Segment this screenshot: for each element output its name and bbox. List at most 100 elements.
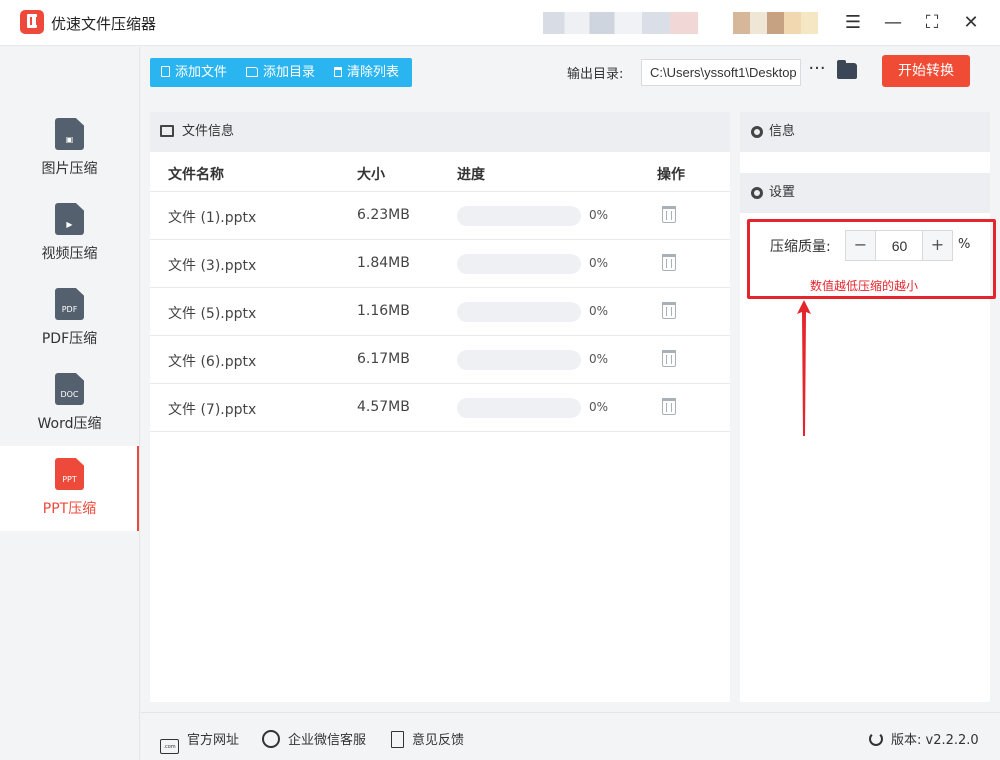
sidebar-item-word[interactable]: DOC Word压缩 (0, 361, 139, 446)
column-size: 大小 (357, 167, 385, 183)
delete-trash-icon[interactable] (662, 254, 676, 271)
settings-title: 设置 (769, 185, 796, 200)
annotation-arrow-icon (797, 300, 811, 436)
progress-text: 0% (589, 208, 609, 222)
progress-text: 0% (589, 256, 609, 270)
table-row: 文件 (1).pptx 6.23MB 0% (150, 191, 730, 239)
pdf-file-icon: PDF (55, 288, 84, 320)
app-logo-icon (20, 10, 44, 34)
video-file-icon: ▶ (55, 203, 84, 235)
sidebar-item-pdf[interactable]: PDF PDF压缩 (0, 276, 139, 361)
sidebar-item-label: PDF压缩 (41, 331, 98, 347)
gear-icon (751, 187, 763, 199)
progress-bar (457, 302, 581, 322)
image-file-icon: ▣ (55, 118, 84, 150)
file-name: 文件 (6).pptx (168, 354, 257, 370)
close-button[interactable]: ✕ (959, 11, 983, 35)
file-icon (161, 66, 170, 77)
progress-bar (457, 350, 581, 370)
delete-trash-icon[interactable] (662, 206, 676, 223)
file-name: 文件 (1).pptx (168, 210, 257, 226)
open-folder-icon[interactable] (837, 60, 857, 79)
sidebar-item-image[interactable]: ▣ 图片压缩 (0, 106, 139, 191)
progress-text: 0% (589, 304, 609, 318)
menu-icon[interactable]: ☰ (841, 11, 865, 35)
wechat-support-link[interactable]: 企业微信客服 (262, 729, 366, 748)
output-dir-label: 输出目录: (567, 67, 624, 82)
file-actions-group: 添加文件 添加目录 清除列表 (150, 58, 412, 87)
sidebar-item-label: Word压缩 (37, 416, 102, 432)
table-row: 文件 (6).pptx 6.17MB 0% (150, 335, 730, 383)
doc-file-icon: DOC (55, 373, 84, 405)
file-name: 文件 (5).pptx (168, 306, 257, 322)
add-folder-label: 添加目录 (263, 65, 316, 80)
sidebar-item-label: 视频压缩 (41, 246, 98, 262)
version-info[interactable]: 版本: v2.2.2.0 (869, 729, 979, 748)
annotation-highlight-box (747, 219, 996, 299)
file-list-panel: 文件信息 文件名称 大小 进度 操作 文件 (1).pptx 6.23MB 0%… (150, 112, 730, 702)
progress-bar (457, 206, 581, 226)
website-link[interactable]: .com 官方网址 (160, 729, 239, 754)
file-size: 1.84MB (357, 255, 410, 271)
file-info-title: 文件信息 (182, 124, 235, 139)
add-file-button[interactable]: 添加文件 (161, 58, 227, 87)
gear-icon (751, 126, 763, 138)
progress-bar (457, 254, 581, 274)
image-icon (160, 125, 174, 137)
delete-trash-icon[interactable] (662, 350, 676, 367)
settings-header: 设置 (740, 173, 990, 213)
sidebar-item-label: PPT压缩 (42, 501, 97, 517)
column-action: 操作 (657, 167, 685, 183)
file-name: 文件 (7).pptx (168, 402, 257, 418)
ppt-file-icon: PPT (55, 458, 84, 490)
table-row: 文件 (3).pptx 1.84MB 0% (150, 239, 730, 287)
wechat-icon (262, 730, 280, 748)
trash-icon (334, 67, 342, 77)
title-bar: 优速文件压缩器 ☰ — ⛶ ✕ (0, 0, 1000, 46)
maximize-button[interactable]: ⛶ (920, 11, 944, 35)
sidebar-item-video[interactable]: ▶ 视频压缩 (0, 191, 139, 276)
table-divider (150, 431, 730, 432)
file-size: 6.23MB (357, 207, 410, 223)
toolbar: 添加文件 添加目录 清除列表 输出目录: C:\Users\yssoft1\De… (141, 47, 1000, 101)
wechat-label: 企业微信客服 (288, 733, 367, 748)
add-folder-button[interactable]: 添加目录 (246, 58, 315, 87)
more-options-button[interactable]: ··· (807, 59, 827, 83)
refresh-icon (869, 732, 883, 746)
output-path-field[interactable]: C:\Users\yssoft1\Desktop (641, 59, 801, 86)
add-file-label: 添加文件 (175, 65, 228, 80)
table-row: 文件 (5).pptx 1.16MB 0% (150, 287, 730, 335)
table-row: 文件 (7).pptx 4.57MB 0% (150, 383, 730, 431)
footer: .com 官方网址 企业微信客服 意见反馈 版本: v2.2.2.0 (141, 712, 1000, 760)
progress-text: 0% (589, 352, 609, 366)
column-name: 文件名称 (168, 167, 224, 183)
progress-bar (457, 398, 581, 418)
website-label: 官方网址 (187, 733, 240, 748)
clear-list-button[interactable]: 清除列表 (334, 58, 399, 87)
minimize-button[interactable]: — (881, 11, 905, 35)
version-label: 版本: v2.2.2.0 (891, 733, 979, 748)
info-header: 信息 (740, 112, 990, 152)
file-size: 4.57MB (357, 399, 410, 415)
website-icon: .com (160, 739, 179, 754)
info-title: 信息 (769, 124, 796, 139)
file-size: 6.17MB (357, 351, 410, 367)
clear-list-label: 清除列表 (347, 65, 400, 80)
blurred-account-info (543, 12, 698, 34)
file-info-header: 文件信息 (150, 112, 730, 152)
feedback-icon (391, 731, 404, 748)
start-convert-button[interactable]: 开始转换 (882, 55, 970, 87)
delete-trash-icon[interactable] (662, 398, 676, 415)
file-size: 1.16MB (357, 303, 410, 319)
sidebar-item-ppt[interactable]: PPT PPT压缩 (0, 446, 139, 531)
app-title: 优速文件压缩器 (51, 15, 157, 33)
feedback-link[interactable]: 意见反馈 (391, 729, 464, 748)
file-name: 文件 (3).pptx (168, 258, 257, 274)
sidebar-item-label: 图片压缩 (41, 161, 98, 177)
right-panel: 信息 设置 (740, 112, 990, 702)
column-progress: 进度 (457, 167, 485, 183)
progress-text: 0% (589, 400, 609, 414)
folder-icon (246, 67, 258, 77)
blurred-avatar (733, 12, 818, 34)
delete-trash-icon[interactable] (662, 302, 676, 319)
